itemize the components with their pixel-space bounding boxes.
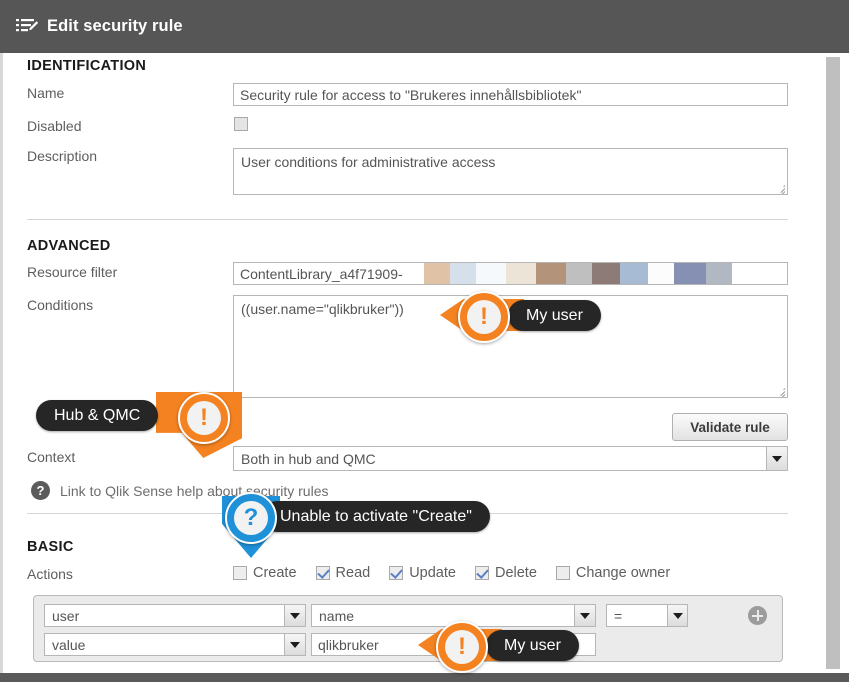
chevron-down-icon[interactable]: [766, 447, 787, 470]
callout-label: Hub & QMC: [36, 400, 159, 431]
callout-value-my-user: My user !: [418, 621, 608, 675]
redaction-swatch: [476, 263, 506, 284]
callout-warning-badge: !: [178, 392, 230, 444]
context-select-value: Both in hub and QMC: [241, 450, 376, 467]
action-checkbox-change-owner[interactable]: Change owner: [555, 565, 671, 581]
callout-conditions-my-user: My user !: [440, 291, 615, 345]
window-titlebar: Edit security rule: [0, 0, 849, 53]
label-actions: Actions: [27, 566, 73, 582]
divider-identification: [27, 219, 788, 220]
callout-badge-glyph: ?: [234, 501, 268, 535]
context-select[interactable]: Both in hub and QMC: [233, 446, 788, 471]
redaction-swatch: [592, 263, 620, 284]
callout-warning-badge: !: [436, 621, 488, 673]
action-label: Update: [409, 565, 456, 581]
description-textarea[interactable]: User conditions for administrative acces…: [233, 148, 788, 195]
redaction-swatch: [706, 263, 732, 284]
checkbox-icon[interactable]: [389, 566, 404, 580]
resource-filter-redaction: [424, 263, 744, 284]
redaction-swatch: [424, 263, 450, 284]
resource-filter-input[interactable]: ContentLibrary_a4f71909-: [233, 262, 788, 285]
scrollbar-gutter: [840, 53, 849, 673]
edit-list-icon: [16, 17, 39, 37]
resource-filter-value: ContentLibrary_a4f71909-: [240, 266, 403, 282]
validate-rule-button[interactable]: Validate rule: [672, 413, 788, 441]
callout-badge-glyph: !: [187, 401, 221, 435]
conditions-value: ((user.name="qlikbruker")): [241, 301, 404, 317]
plus-circle-icon[interactable]: [748, 606, 767, 625]
callout-badge-glyph: !: [445, 630, 479, 664]
callout-label: My user: [486, 630, 579, 661]
condition-resource-select-row2[interactable]: value: [44, 633, 306, 656]
action-checkbox-create[interactable]: Create: [233, 565, 297, 581]
checkbox-icon[interactable]: [474, 566, 489, 580]
section-title-identification: IDENTIFICATION: [27, 58, 147, 74]
question-mark-icon: ?: [31, 481, 50, 500]
action-checkbox-update[interactable]: Update: [389, 565, 456, 581]
vertical-scrollbar[interactable]: [826, 57, 840, 669]
callout-label: Unable to activate "Create": [262, 501, 490, 532]
condition-builder-panel: user name = value: [33, 595, 783, 662]
chevron-down-icon[interactable]: [667, 605, 687, 626]
name-input[interactable]: [233, 83, 788, 106]
redaction-swatch: [674, 263, 706, 284]
callout-badge-glyph: !: [467, 300, 501, 334]
condition-operator-value: =: [614, 607, 623, 624]
window-title: Edit security rule: [47, 17, 183, 35]
checkbox-icon[interactable]: [315, 566, 330, 580]
action-checkbox-delete[interactable]: Delete: [474, 565, 537, 581]
condition-operator-select[interactable]: =: [606, 604, 688, 627]
redaction-swatch: [648, 263, 674, 284]
checkbox-icon[interactable]: [555, 566, 570, 580]
chevron-down-icon[interactable]: [284, 605, 305, 626]
label-conditions: Conditions: [27, 297, 94, 313]
callout-unable-create: Unable to activate "Create" ?: [216, 492, 536, 560]
actions-checkbox-group: Create Read Update Delete Change owner: [233, 565, 689, 581]
redaction-swatch: [450, 263, 476, 284]
condition-resource-value-row1: user: [52, 607, 80, 624]
action-label: Read: [335, 565, 371, 581]
edit-security-rule-window: Edit security rule IDENTIFICATION Name D…: [0, 0, 849, 682]
chevron-down-icon[interactable]: [284, 634, 305, 655]
label-disabled: Disabled: [27, 118, 82, 134]
redaction-swatch: [566, 263, 592, 284]
disabled-checkbox[interactable]: [234, 117, 248, 131]
redaction-swatch: [620, 263, 648, 284]
redaction-swatch: [506, 263, 536, 284]
action-label: Create: [253, 565, 297, 581]
condition-resource-select-row1[interactable]: user: [44, 604, 306, 627]
action-label: Delete: [494, 565, 537, 581]
conditions-resize-handle[interactable]: [775, 386, 786, 397]
section-title-basic: BASIC: [27, 539, 74, 555]
callout-label: My user: [508, 300, 601, 331]
description-value: User conditions for administrative acces…: [241, 154, 496, 170]
redaction-swatch: [536, 263, 566, 284]
label-name: Name: [27, 85, 65, 101]
callout-hub-qmc: Hub & QMC !: [36, 392, 242, 460]
action-checkbox-read[interactable]: Read: [315, 565, 371, 581]
condition-resource-value-row2: value: [52, 636, 86, 653]
callout-question-badge: ?: [225, 492, 277, 544]
label-resource-filter: Resource filter: [27, 264, 118, 280]
callout-warning-badge: !: [458, 291, 510, 343]
label-description: Description: [27, 148, 98, 164]
action-label: Change owner: [575, 565, 671, 581]
description-resize-handle[interactable]: [775, 183, 786, 194]
checkbox-icon[interactable]: [233, 566, 247, 580]
section-title-advanced: ADVANCED: [27, 238, 111, 254]
